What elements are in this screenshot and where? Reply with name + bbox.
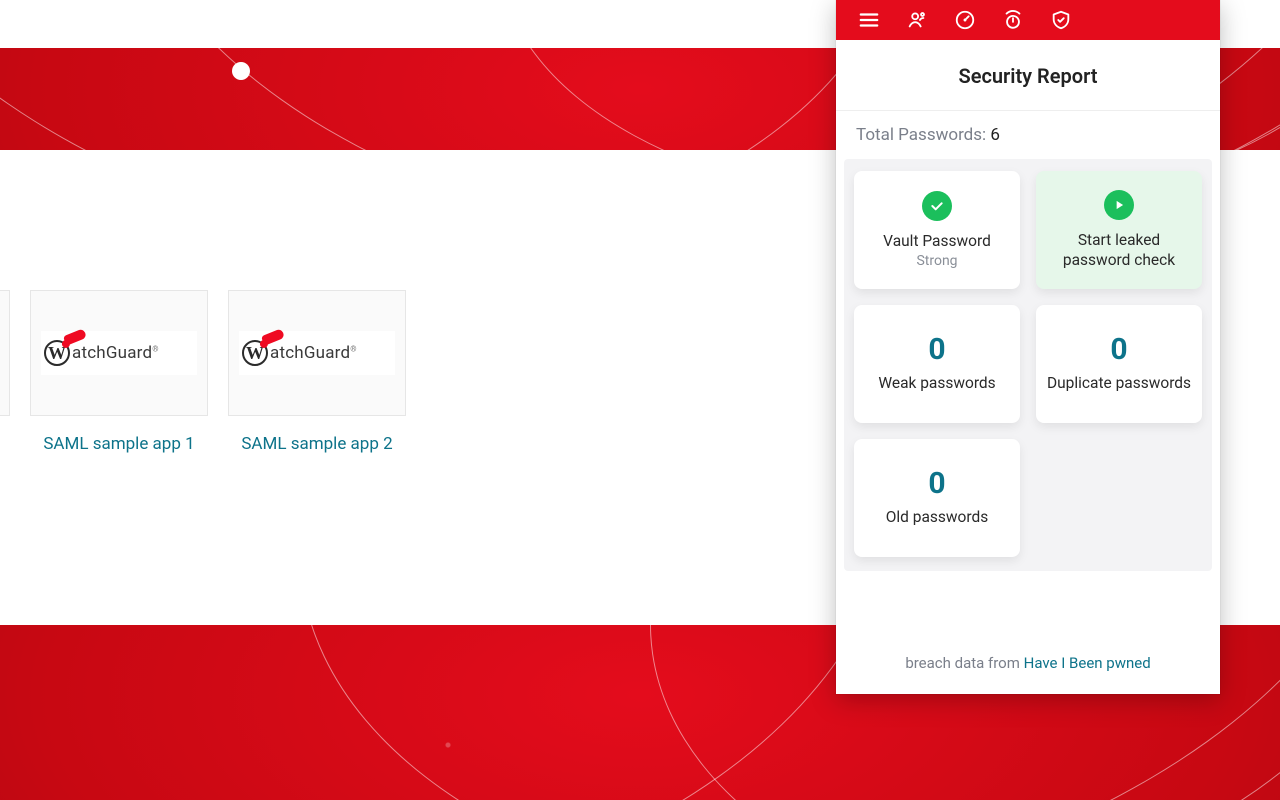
app-tile-box: W atchGuard® (228, 290, 406, 416)
duplicate-passwords-count: 0 (1110, 335, 1127, 365)
app-tile[interactable]: W atchGuard® SAML sample app 2 (228, 290, 406, 454)
app-tiles: W atchGuard® SAML sample app 1 W atchGua… (0, 290, 406, 454)
weak-passwords-card[interactable]: 0 Weak passwords (854, 305, 1020, 423)
shield-check-icon[interactable] (1050, 9, 1072, 31)
panel-toolbar (836, 0, 1220, 40)
gauge-icon[interactable] (954, 9, 976, 31)
app-tile[interactable]: W atchGuard® SAML sample app 1 (30, 290, 208, 454)
total-passwords-count: 6 (990, 125, 1000, 145)
vault-password-label: Vault Password (883, 231, 991, 251)
footer-prefix: breach data from (905, 654, 1023, 672)
duplicate-passwords-card[interactable]: 0 Duplicate passwords (1036, 305, 1202, 423)
app-tile-box: W atchGuard® (30, 290, 208, 416)
user-icon[interactable] (906, 9, 928, 31)
start-leak-check-card[interactable]: Start leaked password check (1036, 171, 1202, 289)
logo-text: atchGuard (270, 343, 350, 363)
power-timer-icon[interactable] (1002, 9, 1024, 31)
vault-password-strength: Strong (916, 253, 957, 269)
vault-password-card[interactable]: Vault Password Strong (854, 171, 1020, 289)
hibp-link[interactable]: Have I Been pwned (1024, 654, 1151, 672)
app-logo: W atchGuard® (41, 331, 197, 375)
cards-container: Vault Password Strong Start leaked passw… (844, 159, 1212, 571)
weak-passwords-label: Weak passwords (878, 373, 995, 393)
check-icon (922, 191, 952, 221)
total-passwords-label: Total Passwords: (856, 125, 986, 145)
total-passwords: Total Passwords: 6 (836, 111, 1220, 159)
security-report-panel: Security Report Total Passwords: 6 Vault… (836, 0, 1220, 694)
tile-edge (0, 290, 10, 416)
app-tile-label: SAML sample app 2 (228, 434, 406, 454)
app-tile-label: SAML sample app 1 (30, 434, 208, 454)
menu-icon[interactable] (858, 9, 880, 31)
old-passwords-count: 0 (928, 469, 945, 499)
duplicate-passwords-label: Duplicate passwords (1047, 373, 1191, 393)
weak-passwords-count: 0 (928, 335, 945, 365)
play-icon (1104, 190, 1134, 220)
panel-footer: breach data from Have I Been pwned (836, 638, 1220, 694)
old-passwords-card[interactable]: 0 Old passwords (854, 439, 1020, 557)
logo-text: atchGuard (72, 343, 152, 363)
old-passwords-label: Old passwords (886, 507, 989, 527)
start-leak-check-label: Start leaked password check (1046, 230, 1192, 270)
app-logo: W atchGuard® (239, 331, 395, 375)
panel-title: Security Report (836, 40, 1220, 111)
